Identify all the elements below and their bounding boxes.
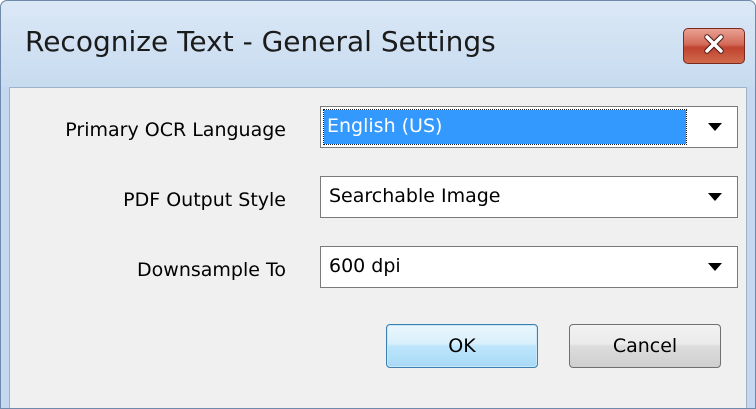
close-x-icon — [703, 34, 725, 58]
cancel-button[interactable]: Cancel — [569, 324, 721, 368]
primary-ocr-language-label: Primary OCR Language — [65, 119, 286, 141]
downsample-to-dropdown[interactable]: 600 dpi — [320, 246, 738, 288]
primary-ocr-language-value: English (US) — [327, 115, 443, 137]
close-button[interactable] — [683, 28, 745, 64]
chevron-down-icon[interactable] — [693, 177, 737, 217]
chevron-down-icon[interactable] — [693, 107, 737, 147]
primary-ocr-language-dropdown[interactable]: English (US) — [320, 106, 738, 148]
pdf-output-style-dropdown[interactable]: Searchable Image — [320, 176, 738, 218]
dialog-title: Recognize Text - General Settings — [25, 25, 496, 58]
downsample-to-value: 600 dpi — [329, 255, 401, 277]
title-bar[interactable]: Recognize Text - General Settings — [1, 1, 755, 87]
downsample-to-label: Downsample To — [137, 259, 286, 281]
chevron-down-icon[interactable] — [693, 247, 737, 287]
dialog-body: Primary OCR Language English (US) PDF Ou… — [9, 87, 747, 408]
pdf-output-style-label: PDF Output Style — [123, 189, 286, 211]
ok-button[interactable]: OK — [386, 324, 538, 368]
dialog-window: Recognize Text - General Settings Primar… — [0, 0, 756, 409]
pdf-output-style-value: Searchable Image — [329, 185, 501, 207]
